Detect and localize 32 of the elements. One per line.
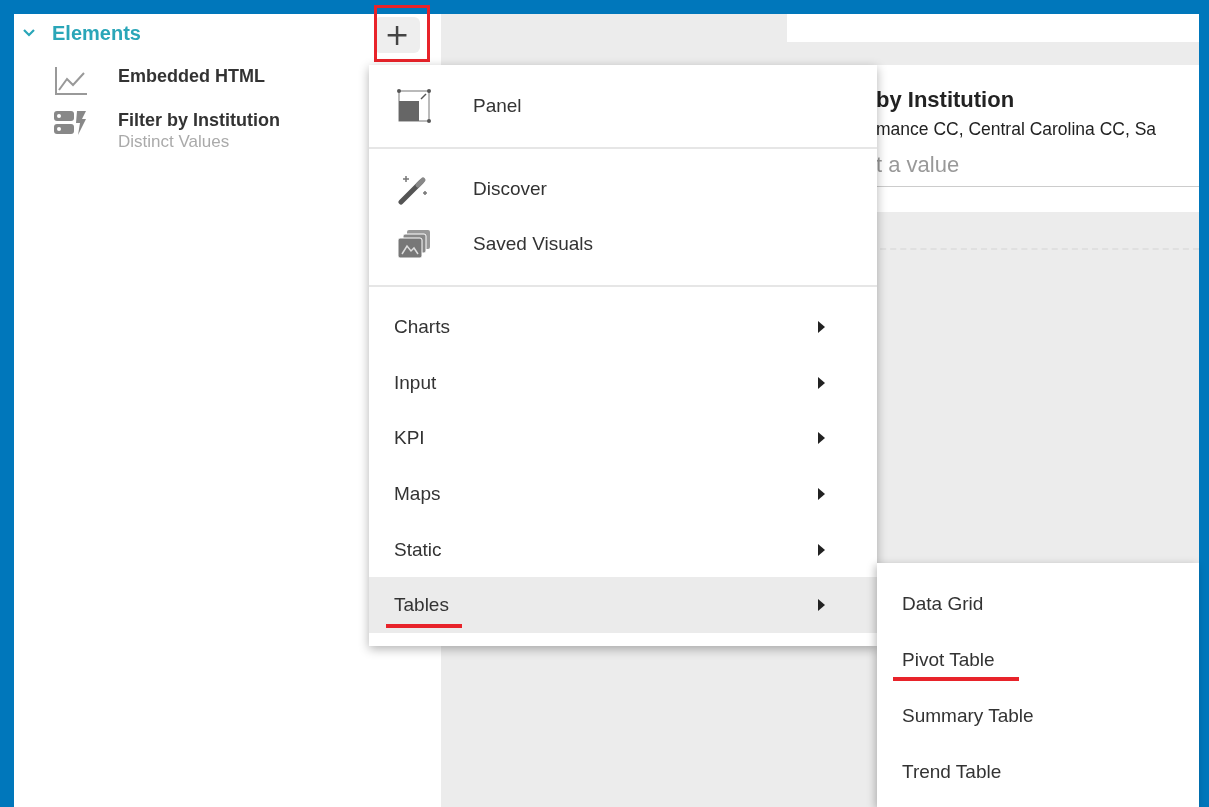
menu-item[interactable]: Charts — [369, 299, 877, 355]
add-button[interactable]: + — [374, 17, 420, 53]
caret-icon — [818, 432, 825, 445]
submenu-item[interactable]: Summary Table — [877, 688, 1199, 744]
filter-icon — [54, 110, 86, 136]
submenu-item[interactable]: Data Grid — [877, 576, 1199, 632]
submenu-item[interactable]: Pivot Table — [877, 632, 1199, 688]
menu-item[interactable]: Input — [369, 354, 877, 411]
menu-item[interactable]: Discover — [369, 161, 877, 216]
filter-values: mance CC, Central Carolina CC, Sa — [876, 119, 1158, 140]
menu-item[interactable]: Maps — [369, 466, 877, 522]
menu-item[interactable]: Saved Visuals — [369, 216, 877, 271]
panel-icon — [397, 89, 431, 123]
filter-title: by Institution — [876, 87, 1016, 113]
caret-icon — [818, 487, 825, 500]
chevron-icon[interactable] — [22, 28, 36, 38]
caret-icon — [818, 376, 825, 389]
menu-item[interactable]: Tables — [369, 577, 877, 634]
element-name[interactable]: Embedded HTML — [118, 64, 265, 88]
caret-icon — [818, 543, 825, 556]
caret-icon — [818, 320, 825, 333]
submenu-item[interactable]: Trend Table — [877, 744, 1199, 800]
element-name[interactable]: Filter by Institution — [118, 108, 280, 132]
line-chart-icon — [54, 66, 88, 96]
value-select-field[interactable]: t a value — [876, 140, 1199, 187]
caret-icon — [818, 599, 825, 612]
menu-item[interactable]: Panel — [369, 67, 877, 145]
stacked-images-icon — [397, 228, 431, 259]
element-type: Distinct Values — [118, 132, 231, 152]
menu-item[interactable]: Static — [369, 521, 877, 578]
section-title: Elements — [52, 21, 141, 45]
menu-item[interactable]: KPI — [369, 410, 877, 467]
